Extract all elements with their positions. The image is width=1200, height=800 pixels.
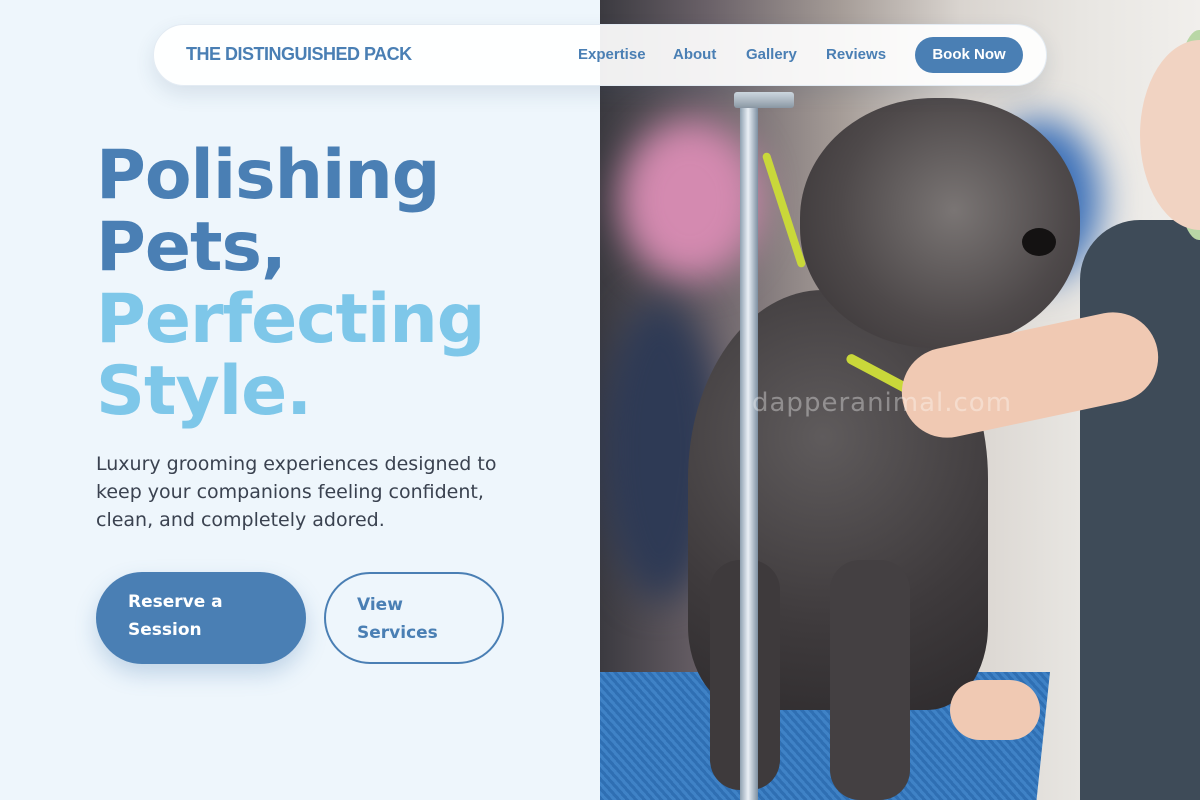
hero-photo: dapperanimal.com	[600, 0, 1200, 800]
dog-head	[800, 98, 1080, 348]
nav-link-gallery[interactable]: Gallery	[746, 46, 797, 63]
top-navigation: THE DISTINGUISHED PACK Expertise About G…	[153, 24, 1047, 86]
hero-headline: Polishing Pets, Perfecting Style.	[96, 136, 485, 431]
headline-line-3: Perfecting	[96, 280, 485, 359]
view-services-button[interactable]: View Services	[324, 572, 504, 664]
groomer-hand	[950, 680, 1040, 740]
groomer-shirt	[1080, 220, 1200, 800]
photo-watermark: dapperanimal.com	[752, 388, 1013, 418]
nav-link-reviews[interactable]: Reviews	[826, 46, 886, 63]
grooming-arm-pole	[740, 98, 758, 800]
dog-leg	[830, 560, 910, 800]
groomer-face	[1140, 40, 1200, 230]
background-blur-shape	[620, 120, 760, 280]
nav-link-expertise[interactable]: Expertise	[578, 46, 646, 63]
headline-line-2: Pets,	[96, 208, 287, 287]
reserve-session-button[interactable]: Reserve a Session	[96, 572, 306, 664]
headline-line-1: Polishing	[96, 136, 440, 215]
book-now-button[interactable]: Book Now	[915, 37, 1023, 73]
grooming-arm-clamp	[734, 92, 794, 108]
nav-link-about[interactable]: About	[673, 46, 716, 63]
headline-line-4: Style.	[96, 352, 312, 431]
dog-nose	[1022, 228, 1056, 256]
hero-left: Polishing Pets, Perfecting Style. Luxury…	[0, 0, 600, 800]
hero-tagline: Luxury grooming experiences designed to …	[96, 453, 497, 531]
brand-logo-text[interactable]: THE DISTINGUISHED PACK	[186, 44, 412, 65]
